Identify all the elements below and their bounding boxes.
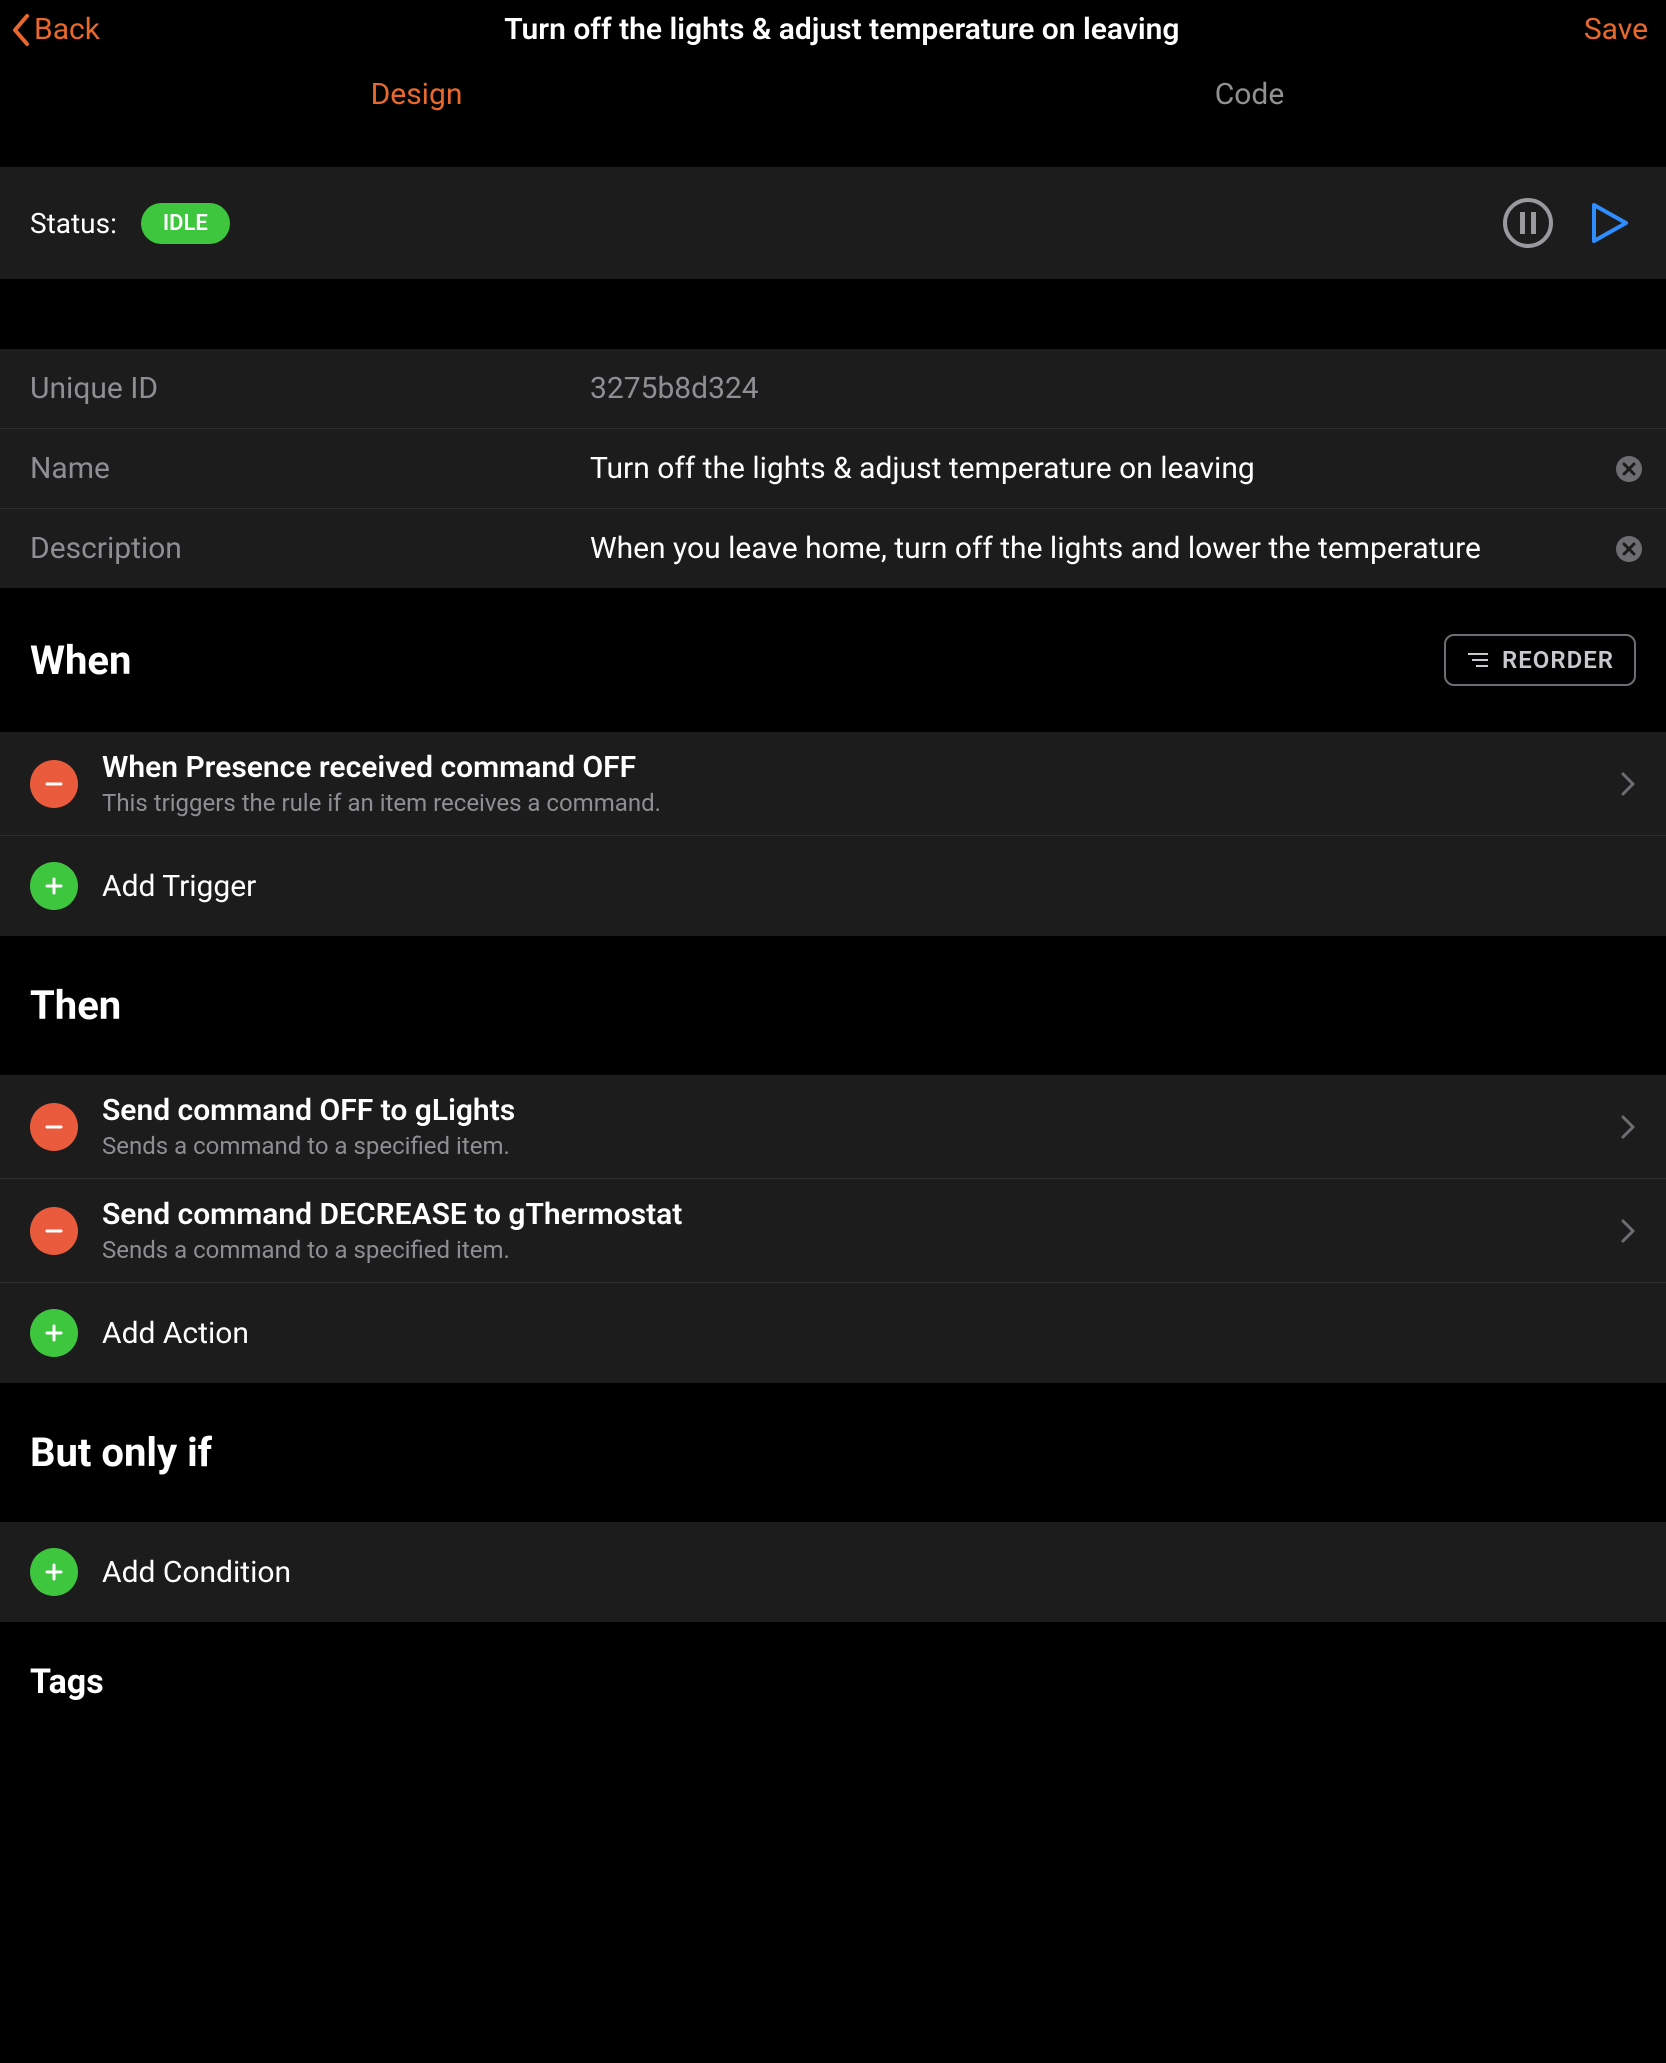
remove-action-button[interactable] xyxy=(30,1207,78,1255)
then-title: Then xyxy=(30,982,121,1029)
close-icon xyxy=(1622,462,1636,476)
add-condition-button[interactable] xyxy=(30,1548,78,1596)
then-header: Then xyxy=(0,936,1666,1075)
action-title: Send command DECREASE to gThermostat xyxy=(102,1197,1596,1232)
trigger-body: When Presence received command OFF This … xyxy=(102,750,1596,817)
back-button[interactable]: Back xyxy=(10,12,100,47)
add-action-label: Add Action xyxy=(102,1316,1636,1351)
run-button[interactable] xyxy=(1580,195,1636,251)
tags-header: Tags xyxy=(0,1622,1666,1722)
minus-icon xyxy=(43,1116,65,1138)
remove-action-button[interactable] xyxy=(30,1103,78,1151)
chevron-right-icon xyxy=(1620,1218,1636,1244)
details-section: Unique ID 3275b8d324 Name Turn off the l… xyxy=(0,349,1666,588)
trigger-title: When Presence received command OFF xyxy=(102,750,1596,785)
reorder-label: REORDER xyxy=(1502,646,1614,674)
action-body: Send command OFF to gLights Sends a comm… xyxy=(102,1093,1596,1160)
plus-icon xyxy=(43,1322,65,1344)
pause-icon xyxy=(1502,197,1554,249)
reorder-icon xyxy=(1466,650,1490,670)
add-trigger-label: Add Trigger xyxy=(102,869,1636,904)
clear-name-button[interactable] xyxy=(1616,456,1642,482)
back-label: Back xyxy=(34,12,100,47)
unique-id-value: 3275b8d324 xyxy=(590,371,1636,406)
add-trigger-row[interactable]: Add Trigger xyxy=(0,836,1666,936)
action-sub: Sends a command to a specified item. xyxy=(102,1132,1596,1160)
status-badge: IDLE xyxy=(141,203,230,244)
actions-list: Send command OFF to gLights Sends a comm… xyxy=(0,1075,1666,1383)
play-icon xyxy=(1584,199,1632,247)
action-title: Send command OFF to gLights xyxy=(102,1093,1596,1128)
add-condition-label: Add Condition xyxy=(102,1555,1636,1590)
when-title: When xyxy=(30,637,131,684)
tab-design[interactable]: Design xyxy=(0,57,833,136)
tab-code[interactable]: Code xyxy=(833,57,1666,136)
name-label: Name xyxy=(30,451,590,486)
description-label: Description xyxy=(30,531,590,566)
status-row: Status: IDLE xyxy=(0,167,1666,279)
add-condition-row[interactable]: Add Condition xyxy=(0,1522,1666,1622)
tags-title: Tags xyxy=(30,1662,1636,1702)
description-input[interactable]: When you leave home, turn off the lights… xyxy=(590,531,1636,566)
unique-id-label: Unique ID xyxy=(30,371,590,406)
but-only-if-title: But only if xyxy=(30,1429,212,1476)
plus-icon xyxy=(43,1561,65,1583)
action-row[interactable]: Send command OFF to gLights Sends a comm… xyxy=(0,1075,1666,1179)
minus-icon xyxy=(43,1220,65,1242)
when-header: When REORDER xyxy=(0,588,1666,732)
spacer xyxy=(0,137,1666,167)
trigger-row[interactable]: When Presence received command OFF This … xyxy=(0,732,1666,836)
add-trigger-button[interactable] xyxy=(30,862,78,910)
chevron-right-icon xyxy=(1620,1114,1636,1140)
minus-icon xyxy=(43,773,65,795)
reorder-button[interactable]: REORDER xyxy=(1444,634,1636,686)
clear-description-button[interactable] xyxy=(1616,536,1642,562)
action-body: Send command DECREASE to gThermostat Sen… xyxy=(102,1197,1596,1264)
close-icon xyxy=(1622,542,1636,556)
triggers-list: When Presence received command OFF This … xyxy=(0,732,1666,936)
but-only-if-header: But only if xyxy=(0,1383,1666,1522)
unique-id-row: Unique ID 3275b8d324 xyxy=(0,349,1666,429)
name-row: Name Turn off the lights & adjust temper… xyxy=(0,429,1666,509)
trigger-sub: This triggers the rule if an item receiv… xyxy=(102,789,1596,817)
status-label: Status: xyxy=(30,207,117,240)
action-row[interactable]: Send command DECREASE to gThermostat Sen… xyxy=(0,1179,1666,1283)
remove-trigger-button[interactable] xyxy=(30,760,78,808)
plus-icon xyxy=(43,875,65,897)
add-action-button[interactable] xyxy=(30,1309,78,1357)
description-row: Description When you leave home, turn of… xyxy=(0,509,1666,588)
name-input[interactable]: Turn off the lights & adjust temperature… xyxy=(590,451,1636,486)
navbar: Back Turn off the lights & adjust temper… xyxy=(0,0,1666,57)
save-button[interactable]: Save xyxy=(1584,12,1648,47)
page-title: Turn off the lights & adjust temperature… xyxy=(504,12,1179,47)
add-action-row[interactable]: Add Action xyxy=(0,1283,1666,1383)
tab-bar: Design Code xyxy=(0,57,1666,137)
chevron-left-icon xyxy=(10,13,32,47)
pause-button[interactable] xyxy=(1500,195,1556,251)
chevron-right-icon xyxy=(1620,771,1636,797)
action-sub: Sends a command to a specified item. xyxy=(102,1236,1596,1264)
spacer xyxy=(0,279,1666,349)
conditions-list: Add Condition xyxy=(0,1522,1666,1622)
